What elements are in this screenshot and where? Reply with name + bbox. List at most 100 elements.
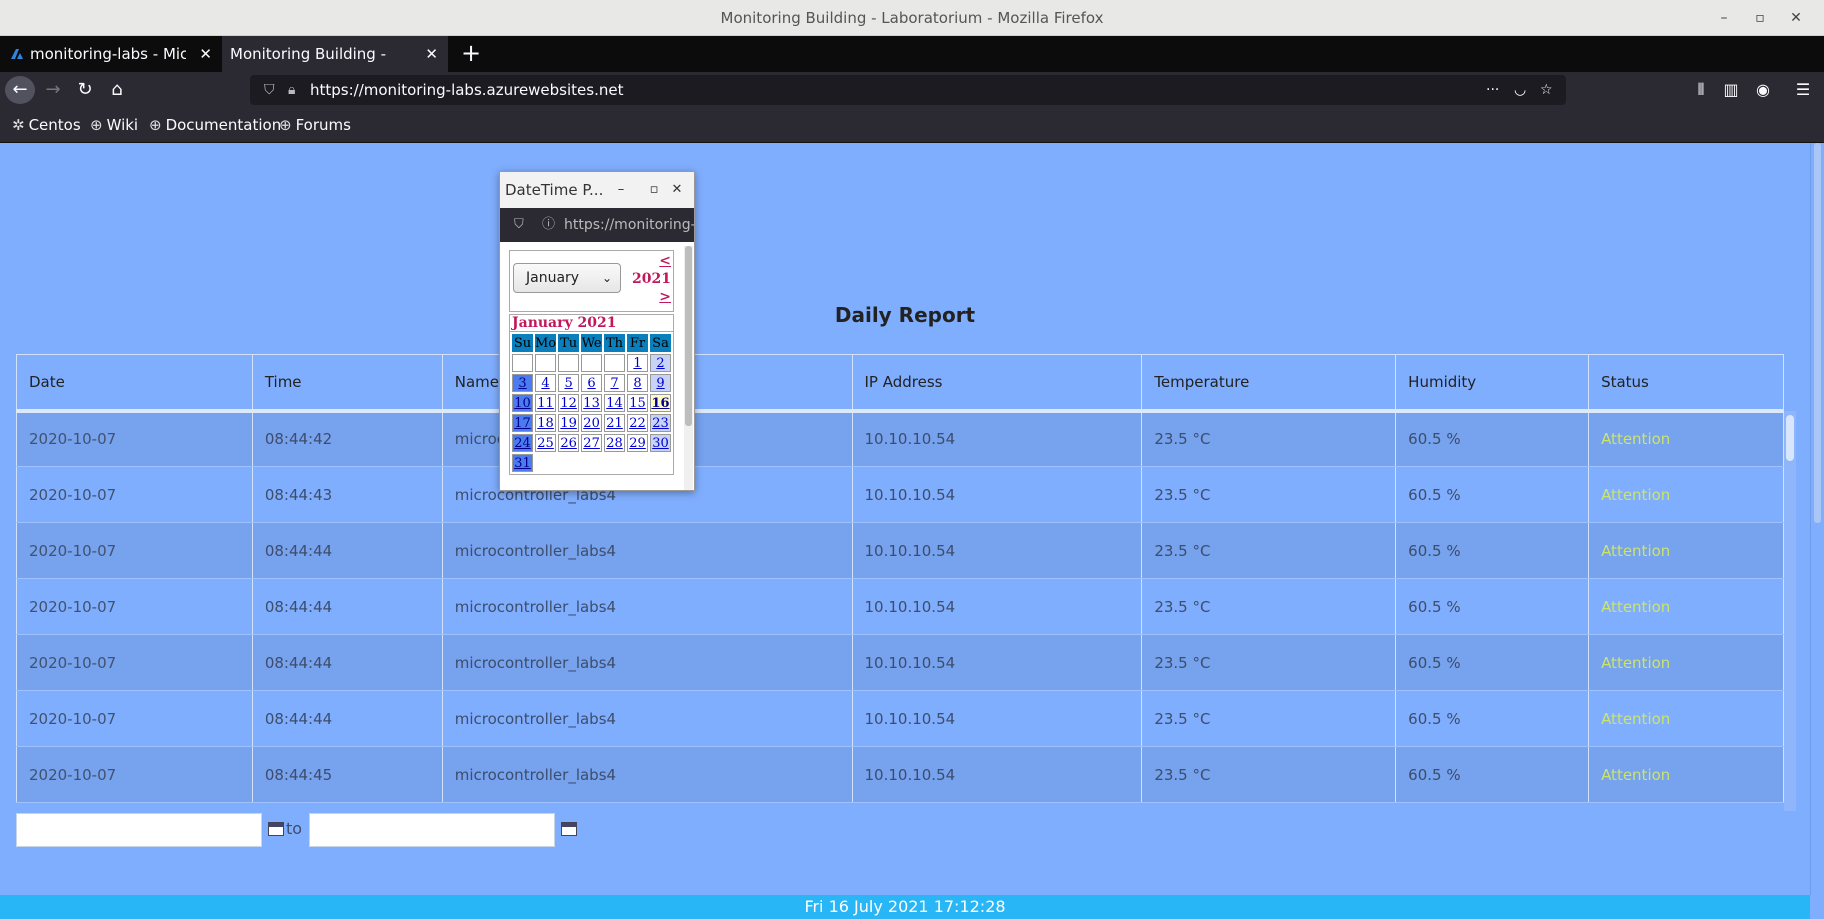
close-icon[interactable]: ✕ <box>666 172 688 208</box>
reload-button[interactable]: ↻ <box>70 76 100 104</box>
next-year-link[interactable]: > <box>659 289 671 305</box>
calendar-icon[interactable] <box>268 822 284 836</box>
cell-humidity: 60.5 % <box>1395 690 1590 747</box>
pocket-icon[interactable]: ◡ <box>1514 75 1526 105</box>
new-tab-button[interactable]: + <box>456 36 486 72</box>
calendar-day-14[interactable]: 14 <box>604 394 626 412</box>
tab-label: Monitoring Building - Laboratorium <box>230 45 386 63</box>
calendar-day-13[interactable]: 13 <box>581 394 603 412</box>
calendar-day-19[interactable]: 19 <box>558 414 580 432</box>
calendar-day-15[interactable]: 15 <box>627 394 648 412</box>
url-bar[interactable]: ⛉ 🔒︎ https://monitoring-labs.azurewebsit… <box>250 75 1566 105</box>
end-date-input[interactable] <box>309 813 555 847</box>
sidebar-icon[interactable]: ▥ <box>1716 76 1746 104</box>
home-button[interactable]: ⌂ <box>102 76 132 104</box>
table-row[interactable]: 2020-10-07 08:44:43 microcontroller_labs… <box>16 466 1784 523</box>
calendar-body: January ⌄ < 2021 > January 2021 Su Mo Tu… <box>500 242 694 490</box>
table-row[interactable]: 2020-10-07 08:44:42 microcontroller_labs… <box>16 410 1784 467</box>
bookmark-label: Forums <box>295 116 351 134</box>
weekday-row: Su Mo Tu We Th Fr Sa <box>512 334 671 352</box>
calendar-day-27[interactable]: 27 <box>581 434 603 452</box>
back-button[interactable]: ← <box>5 76 35 104</box>
month-select[interactable]: January ⌄ <box>513 263 621 293</box>
table-scrollbar[interactable] <box>1784 411 1796 811</box>
bookmark-wiki[interactable]: ⊕ Wiki <box>90 108 138 143</box>
tracking-shield-icon[interactable]: ⛉ <box>514 208 524 242</box>
calendar-day-23[interactable]: 23 <box>650 414 671 432</box>
calendar-day-10[interactable]: 10 <box>512 394 533 412</box>
popup-scrollbar-thumb[interactable] <box>685 246 692 426</box>
info-icon[interactable]: ⓘ <box>542 208 555 242</box>
table-row[interactable]: 2020-10-07 08:44:45 microcontroller_labs… <box>16 746 1784 803</box>
page-actions-icon[interactable]: ··· <box>1486 75 1499 105</box>
tracking-shield-icon[interactable]: ⛉ <box>264 75 275 105</box>
cell-name: microcontroller_labs4 <box>441 522 853 579</box>
calendar-day-9[interactable]: 9 <box>650 374 671 392</box>
calendar-day-18[interactable]: 18 <box>534 414 557 432</box>
maximize-icon[interactable]: ▫ <box>1742 0 1778 36</box>
calendar-day-28[interactable]: 28 <box>604 434 626 452</box>
calendar-day-16[interactable]: 16 <box>650 394 671 412</box>
cell-date: 2020-10-07 <box>16 410 253 467</box>
close-icon[interactable]: ✕ <box>1778 0 1814 36</box>
calendar-day-20[interactable]: 20 <box>581 414 603 432</box>
calendar-icon[interactable] <box>561 822 577 836</box>
calendar-day-25[interactable]: 25 <box>534 434 557 452</box>
calendar-day-12[interactable]: 12 <box>558 394 580 412</box>
page-scrollbar[interactable] <box>1810 143 1824 895</box>
calendar-day-22[interactable]: 22 <box>627 414 648 432</box>
calendar-day-11[interactable]: 11 <box>534 394 557 412</box>
cell-ip: 10.10.10.54 <box>851 746 1143 803</box>
start-date-input[interactable] <box>16 813 262 847</box>
bookmark-label: Wiki <box>106 116 139 134</box>
popup-scrollbar[interactable] <box>684 246 693 490</box>
table-row[interactable]: 2020-10-07 08:44:44 microcontroller_labs… <box>16 690 1784 747</box>
bookmark-forums[interactable]: ⊕ Forums <box>279 108 351 143</box>
lock-icon[interactable]: 🔒︎ <box>288 75 295 105</box>
library-icon[interactable]: ⫴ <box>1686 76 1716 104</box>
forward-button[interactable]: → <box>38 76 68 104</box>
calendar-day-2[interactable]: 2 <box>650 354 671 372</box>
maximize-icon[interactable]: ▫ <box>643 172 665 208</box>
tab-close-icon[interactable]: ✕ <box>425 36 438 72</box>
cell-temperature: 23.5 °C <box>1141 410 1397 467</box>
popup-url-bar[interactable]: ⛉ ⓘ https://monitoring- <box>500 208 694 242</box>
calendar-day-6[interactable]: 6 <box>581 374 603 392</box>
tab-monitoring-labs-azure[interactable]: monitoring-labs - Microsoft ✕ <box>0 36 222 72</box>
prev-year-link[interactable]: < <box>659 253 671 269</box>
cell-date: 2020-10-07 <box>16 634 253 691</box>
popup-title: DateTime P... <box>505 181 604 199</box>
cell-humidity: 60.5 % <box>1395 746 1590 803</box>
tab-monitoring-building[interactable]: Monitoring Building - Laboratorium ✕ <box>222 36 448 72</box>
minimize-icon[interactable]: – <box>610 172 632 208</box>
menu-icon[interactable]: ☰ <box>1788 76 1818 104</box>
col-temperature: Temperature <box>1141 354 1397 411</box>
calendar-day-1[interactable]: 1 <box>627 354 648 372</box>
calendar-caption: January 2021 <box>509 314 674 331</box>
calendar-day-21[interactable]: 21 <box>604 414 626 432</box>
cell-time: 08:44:44 <box>251 690 443 747</box>
account-icon[interactable]: ◉ <box>1748 76 1778 104</box>
calendar-day-4[interactable]: 4 <box>534 374 557 392</box>
calendar-day-7[interactable]: 7 <box>604 374 626 392</box>
bookmark-centos[interactable]: ✲ Centos <box>12 108 81 143</box>
calendar-day-31[interactable]: 31 <box>512 454 533 472</box>
calendar-day-30[interactable]: 30 <box>650 434 671 452</box>
calendar-day-17[interactable]: 17 <box>512 414 533 432</box>
table-row[interactable]: 2020-10-07 08:44:44 microcontroller_labs… <box>16 634 1784 691</box>
table-scrollbar-thumb[interactable] <box>1786 415 1794 461</box>
bookmark-documentation[interactable]: ⊕ Documentation <box>149 108 281 143</box>
minimize-icon[interactable]: – <box>1706 0 1742 36</box>
calendar-day-5[interactable]: 5 <box>558 374 580 392</box>
calendar-day-3[interactable]: 3 <box>512 374 533 392</box>
calendar-day-29[interactable]: 29 <box>627 434 648 452</box>
calendar-day-26[interactable]: 26 <box>558 434 580 452</box>
calendar-day-24[interactable]: 24 <box>512 434 533 452</box>
popup-titlebar: DateTime P... – ▫ ✕ <box>500 172 694 208</box>
page-scrollbar-thumb[interactable] <box>1814 143 1821 523</box>
tab-close-icon[interactable]: ✕ <box>199 36 212 72</box>
calendar-day-8[interactable]: 8 <box>627 374 648 392</box>
table-row[interactable]: 2020-10-07 08:44:44 microcontroller_labs… <box>16 578 1784 635</box>
table-row[interactable]: 2020-10-07 08:44:44 microcontroller_labs… <box>16 522 1784 579</box>
bookmark-star-icon[interactable]: ☆ <box>1540 75 1553 105</box>
